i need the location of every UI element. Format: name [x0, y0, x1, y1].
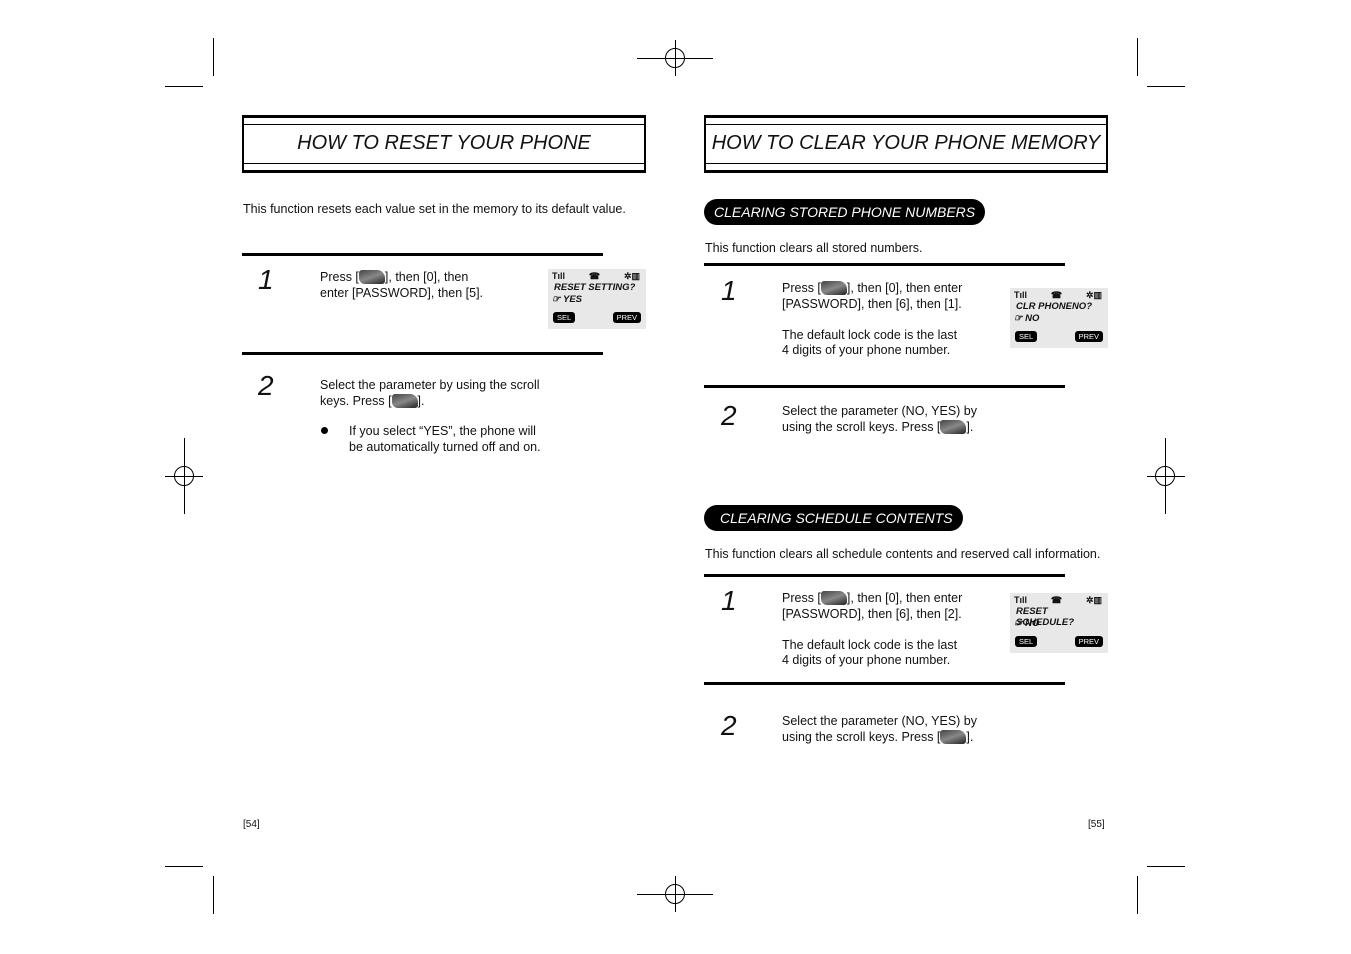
step-number: 2 — [721, 710, 737, 741]
sel-softkey: SEL — [553, 312, 576, 323]
intro-text: This function clears all stored numbers. — [705, 241, 923, 255]
divider — [704, 574, 1065, 577]
intro-text: This function resets each value set in t… — [243, 202, 626, 216]
step-number: 2 — [721, 400, 737, 431]
prev-softkey: PREV — [1074, 636, 1103, 647]
pointer-icon: ☞ — [1014, 313, 1026, 324]
crop-mark — [1137, 38, 1138, 76]
battery-icon: ✲▥ — [1085, 290, 1102, 300]
divider — [704, 385, 1065, 388]
step-1-text: Press [], then [0], then enter [PASSWORD]… — [320, 270, 484, 300]
divider — [704, 682, 1065, 685]
title-text: HOW TO CLEAR YOUR PHONE MEMORY — [711, 132, 1101, 154]
crop-mark — [213, 38, 214, 76]
menu-key-icon — [940, 419, 967, 434]
step-2-text: Select the parameter (NO, YES) by using t… — [782, 714, 977, 744]
signal-icon: Tıll — [1014, 290, 1027, 300]
step-1-text: Press [], then [0], then enter [PASSWORD]… — [782, 591, 963, 667]
phone-display: Tıll ☎ ✲▥ RESET SCHEDULE? ☞ NO SEL PREV — [1010, 593, 1108, 653]
sel-softkey: SEL — [1015, 636, 1038, 647]
phone-icon: ☎ — [588, 271, 601, 281]
menu-key-icon — [820, 591, 847, 605]
section-heading: CLEARING SCHEDULE CONTENTS — [704, 505, 963, 531]
step-2-text: Select the parameter (NO, YES) by using t… — [782, 404, 977, 434]
crop-mark — [165, 86, 203, 87]
menu-key-icon — [358, 270, 385, 284]
crop-mark — [1147, 866, 1185, 867]
divider — [704, 263, 1065, 266]
prev-softkey: PREV — [1074, 331, 1103, 342]
menu-key-icon — [820, 281, 847, 295]
crop-mark — [165, 866, 203, 867]
page-number: [55] — [1088, 819, 1105, 830]
step-2-text: Select the parameter by using the scroll… — [320, 378, 540, 408]
crop-mark — [1137, 876, 1138, 914]
bullet-text: If you select “YES”, the phone will be au… — [349, 424, 541, 454]
menu-key-icon — [940, 729, 967, 744]
prev-softkey: PREV — [612, 312, 641, 323]
pointer-icon: ☞ — [552, 294, 563, 305]
page-number: [54] — [243, 819, 260, 830]
step-number: 1 — [258, 264, 274, 295]
phone-display: Tıll ☎ ✲▥ CLR PHONENO? ☞ NO SEL PREV — [1010, 288, 1108, 348]
battery-icon: ✲▥ — [1085, 595, 1102, 605]
page-title: HOW TO CLEAR YOUR PHONE MEMORY — [704, 115, 1108, 173]
phone-display: Tıll ☎ ✲▥ RESET SETTING? ☞ YES SEL PREV — [548, 269, 646, 329]
signal-icon: Tıll — [552, 271, 565, 281]
pointer-icon: ☞ — [1014, 618, 1026, 629]
step-number: 2 — [258, 370, 274, 401]
step-number: 1 — [721, 585, 737, 616]
page-title: HOW TO RESET YOUR PHONE — [242, 115, 646, 173]
battery-icon: ✲▥ — [623, 271, 640, 281]
crop-mark — [1147, 86, 1185, 87]
step-1-text: Press [], then [0], then enter [PASSWORD]… — [782, 281, 963, 357]
title-text: HOW TO RESET YOUR PHONE — [297, 132, 591, 154]
menu-key-icon — [391, 393, 418, 408]
phone-icon: ☎ — [1050, 290, 1063, 300]
signal-icon: Tıll — [1014, 595, 1027, 605]
intro-text: This function clears all schedule conten… — [705, 547, 1101, 561]
bullet-icon — [321, 427, 328, 434]
step-number: 1 — [721, 275, 737, 306]
sel-softkey: SEL — [1015, 331, 1038, 342]
phone-icon: ☎ — [1050, 595, 1063, 605]
divider — [242, 352, 603, 355]
section-heading: CLEARING STORED PHONE NUMBERS — [704, 199, 986, 225]
divider — [242, 253, 603, 256]
crop-mark — [213, 876, 214, 914]
